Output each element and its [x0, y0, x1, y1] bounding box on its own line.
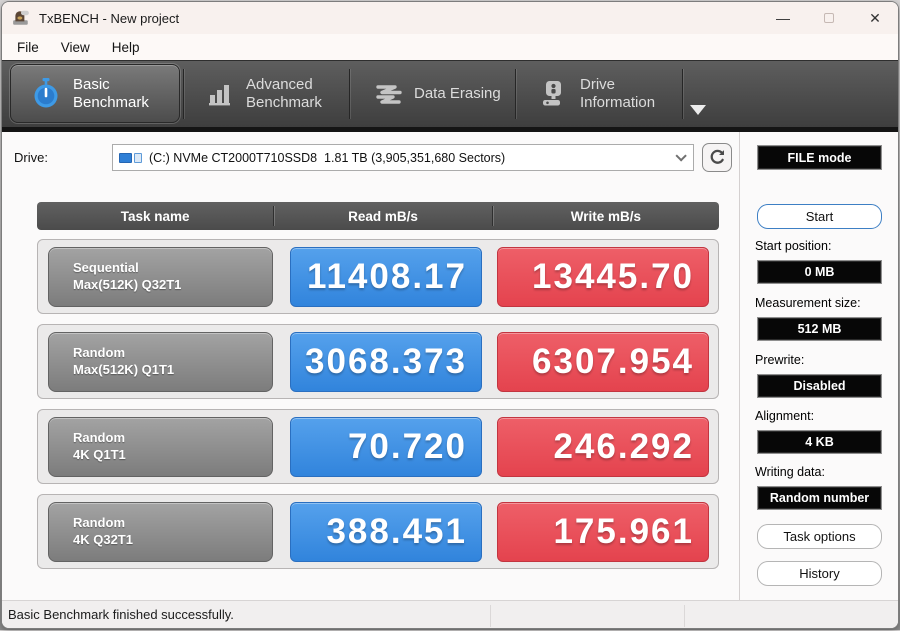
data-erasing-icon	[374, 81, 402, 107]
write-result-value: 246.292	[497, 417, 709, 477]
statusbar: Basic Benchmark finished successfully.	[2, 600, 898, 628]
task-button-random-4k-q1t1[interactable]: Random 4K Q1T1	[48, 417, 273, 477]
task-name-line2: 4K Q32T1	[73, 532, 133, 547]
task-name-line1: Random	[73, 345, 125, 361]
history-button[interactable]: History	[757, 561, 882, 586]
column-header-task-name: Task name	[120, 208, 190, 224]
write-result-value: 175.961	[497, 502, 709, 562]
app-window: TxBENCH - New project — ✕ File View Help	[1, 1, 899, 629]
read-result-value: 70.720	[290, 417, 482, 477]
app-icon	[13, 10, 29, 25]
tab-toolbar: Basic Benchmark Advanced Benchmark Data …	[2, 60, 898, 132]
start-position-value[interactable]: 0 MB	[757, 260, 882, 284]
tab-separator	[183, 69, 184, 119]
table-row: Random Max(512K) Q1T1 3068.373 6307.954	[37, 324, 719, 399]
tab-separator	[682, 69, 683, 119]
minimize-button[interactable]: —	[760, 2, 806, 34]
drive-selected-value: (C:) NVMe CT2000T710SSD8 1.81 TB (3,905,…	[149, 150, 506, 165]
sidebar-divider	[739, 132, 740, 602]
disk-icon	[119, 152, 142, 163]
tab-advanced-line1: Advanced	[246, 75, 313, 93]
task-name-line2: Max(512K) Q1T1	[73, 362, 175, 377]
alignment-value[interactable]: 4 KB	[757, 430, 882, 454]
read-result-value: 11408.17	[290, 247, 482, 307]
maximize-icon	[824, 13, 834, 23]
close-button[interactable]: ✕	[852, 2, 898, 34]
task-button-sequential-q32t1[interactable]: Sequential Max(512K) Q32T1	[48, 247, 273, 307]
menu-file[interactable]: File	[6, 37, 50, 58]
tab-separator	[349, 69, 350, 119]
task-name-line2: Max(512K) Q32T1	[73, 277, 182, 292]
tab-driveinfo-line2: Information	[580, 93, 656, 111]
drive-label: Drive:	[14, 150, 48, 165]
tab-drive-information[interactable]: Drive Information	[520, 64, 680, 123]
chevron-down-icon	[675, 149, 687, 162]
tab-separator	[515, 69, 516, 119]
tab-advanced-label: Advanced Benchmark	[246, 76, 322, 111]
table-row: Sequential Max(512K) Q32T1 11408.17 1344…	[37, 239, 719, 314]
tab-basic-line1: Basic	[73, 75, 110, 93]
task-button-random-512k-q1t1[interactable]: Random Max(512K) Q1T1	[48, 332, 273, 392]
maximize-button[interactable]	[806, 2, 852, 34]
task-name-line1: Random	[73, 430, 125, 446]
start-button[interactable]: Start	[757, 204, 882, 229]
tab-erasing-label: Data Erasing	[414, 85, 501, 103]
prewrite-value[interactable]: Disabled	[757, 374, 882, 398]
task-name-line1: Sequential	[73, 260, 139, 276]
table-row: Random 4K Q32T1 388.451 175.961	[37, 494, 719, 569]
menu-help[interactable]: Help	[101, 37, 151, 58]
task-button-random-4k-q32t1[interactable]: Random 4K Q32T1	[48, 502, 273, 562]
tab-erasing-line1: Data Erasing	[414, 84, 501, 102]
bar-chart-icon	[208, 81, 234, 107]
table-row: Random 4K Q1T1 70.720 246.292	[37, 409, 719, 484]
tabs-overflow-icon[interactable]	[690, 105, 706, 115]
tab-basic-line2: Benchmark	[73, 93, 149, 111]
tab-data-erasing[interactable]: Data Erasing	[354, 64, 514, 123]
write-result-value: 13445.70	[497, 247, 709, 307]
tab-basic-benchmark[interactable]: Basic Benchmark	[10, 64, 180, 123]
tab-basic-label: Basic Benchmark	[73, 76, 149, 111]
write-result-value: 6307.954	[497, 332, 709, 392]
tab-driveinfo-line1: Drive	[580, 75, 616, 93]
menu-view[interactable]: View	[50, 37, 101, 58]
statusbar-separator	[490, 605, 491, 627]
task-name-line2: 4K Q1T1	[73, 447, 126, 462]
window-controls: — ✕	[760, 2, 898, 34]
table-header: Task name Read mB/s Write mB/s	[37, 202, 719, 230]
task-name-line1: Random	[73, 515, 125, 531]
window-title: TxBENCH - New project	[39, 10, 180, 26]
measurement-size-value[interactable]: 512 MB	[757, 317, 882, 341]
tab-driveinfo-label: Drive Information	[580, 76, 655, 111]
start-position-label: Start position:	[755, 239, 832, 253]
column-header-read: Read mB/s	[348, 208, 418, 224]
measurement-size-label: Measurement size:	[755, 296, 861, 310]
drive-info-icon	[540, 80, 568, 108]
drive-select[interactable]: (C:) NVMe CT2000T710SSD8 1.81 TB (3,905,…	[112, 144, 694, 171]
alignment-label: Alignment:	[755, 409, 815, 423]
close-icon: ✕	[869, 9, 881, 26]
minimize-icon: —	[776, 10, 790, 26]
writing-data-label: Writing data:	[755, 465, 825, 479]
tab-advanced-line2: Benchmark	[246, 93, 322, 111]
refresh-drives-button[interactable]	[702, 143, 732, 172]
column-header-write: Write mB/s	[570, 208, 641, 224]
tab-advanced-benchmark[interactable]: Advanced Benchmark	[188, 64, 348, 123]
file-mode-button[interactable]: FILE mode	[757, 145, 882, 170]
menubar: File View Help	[2, 34, 898, 60]
refresh-icon	[710, 149, 724, 164]
writing-data-value[interactable]: Random number	[757, 486, 882, 510]
read-result-value: 3068.373	[290, 332, 482, 392]
statusbar-separator	[684, 605, 685, 627]
titlebar: TxBENCH - New project — ✕	[2, 2, 898, 34]
read-result-value: 388.451	[290, 502, 482, 562]
prewrite-label: Prewrite:	[755, 353, 805, 367]
status-message: Basic Benchmark finished successfully.	[8, 607, 234, 622]
stopwatch-icon	[31, 77, 61, 110]
task-options-button[interactable]: Task options	[757, 524, 882, 549]
